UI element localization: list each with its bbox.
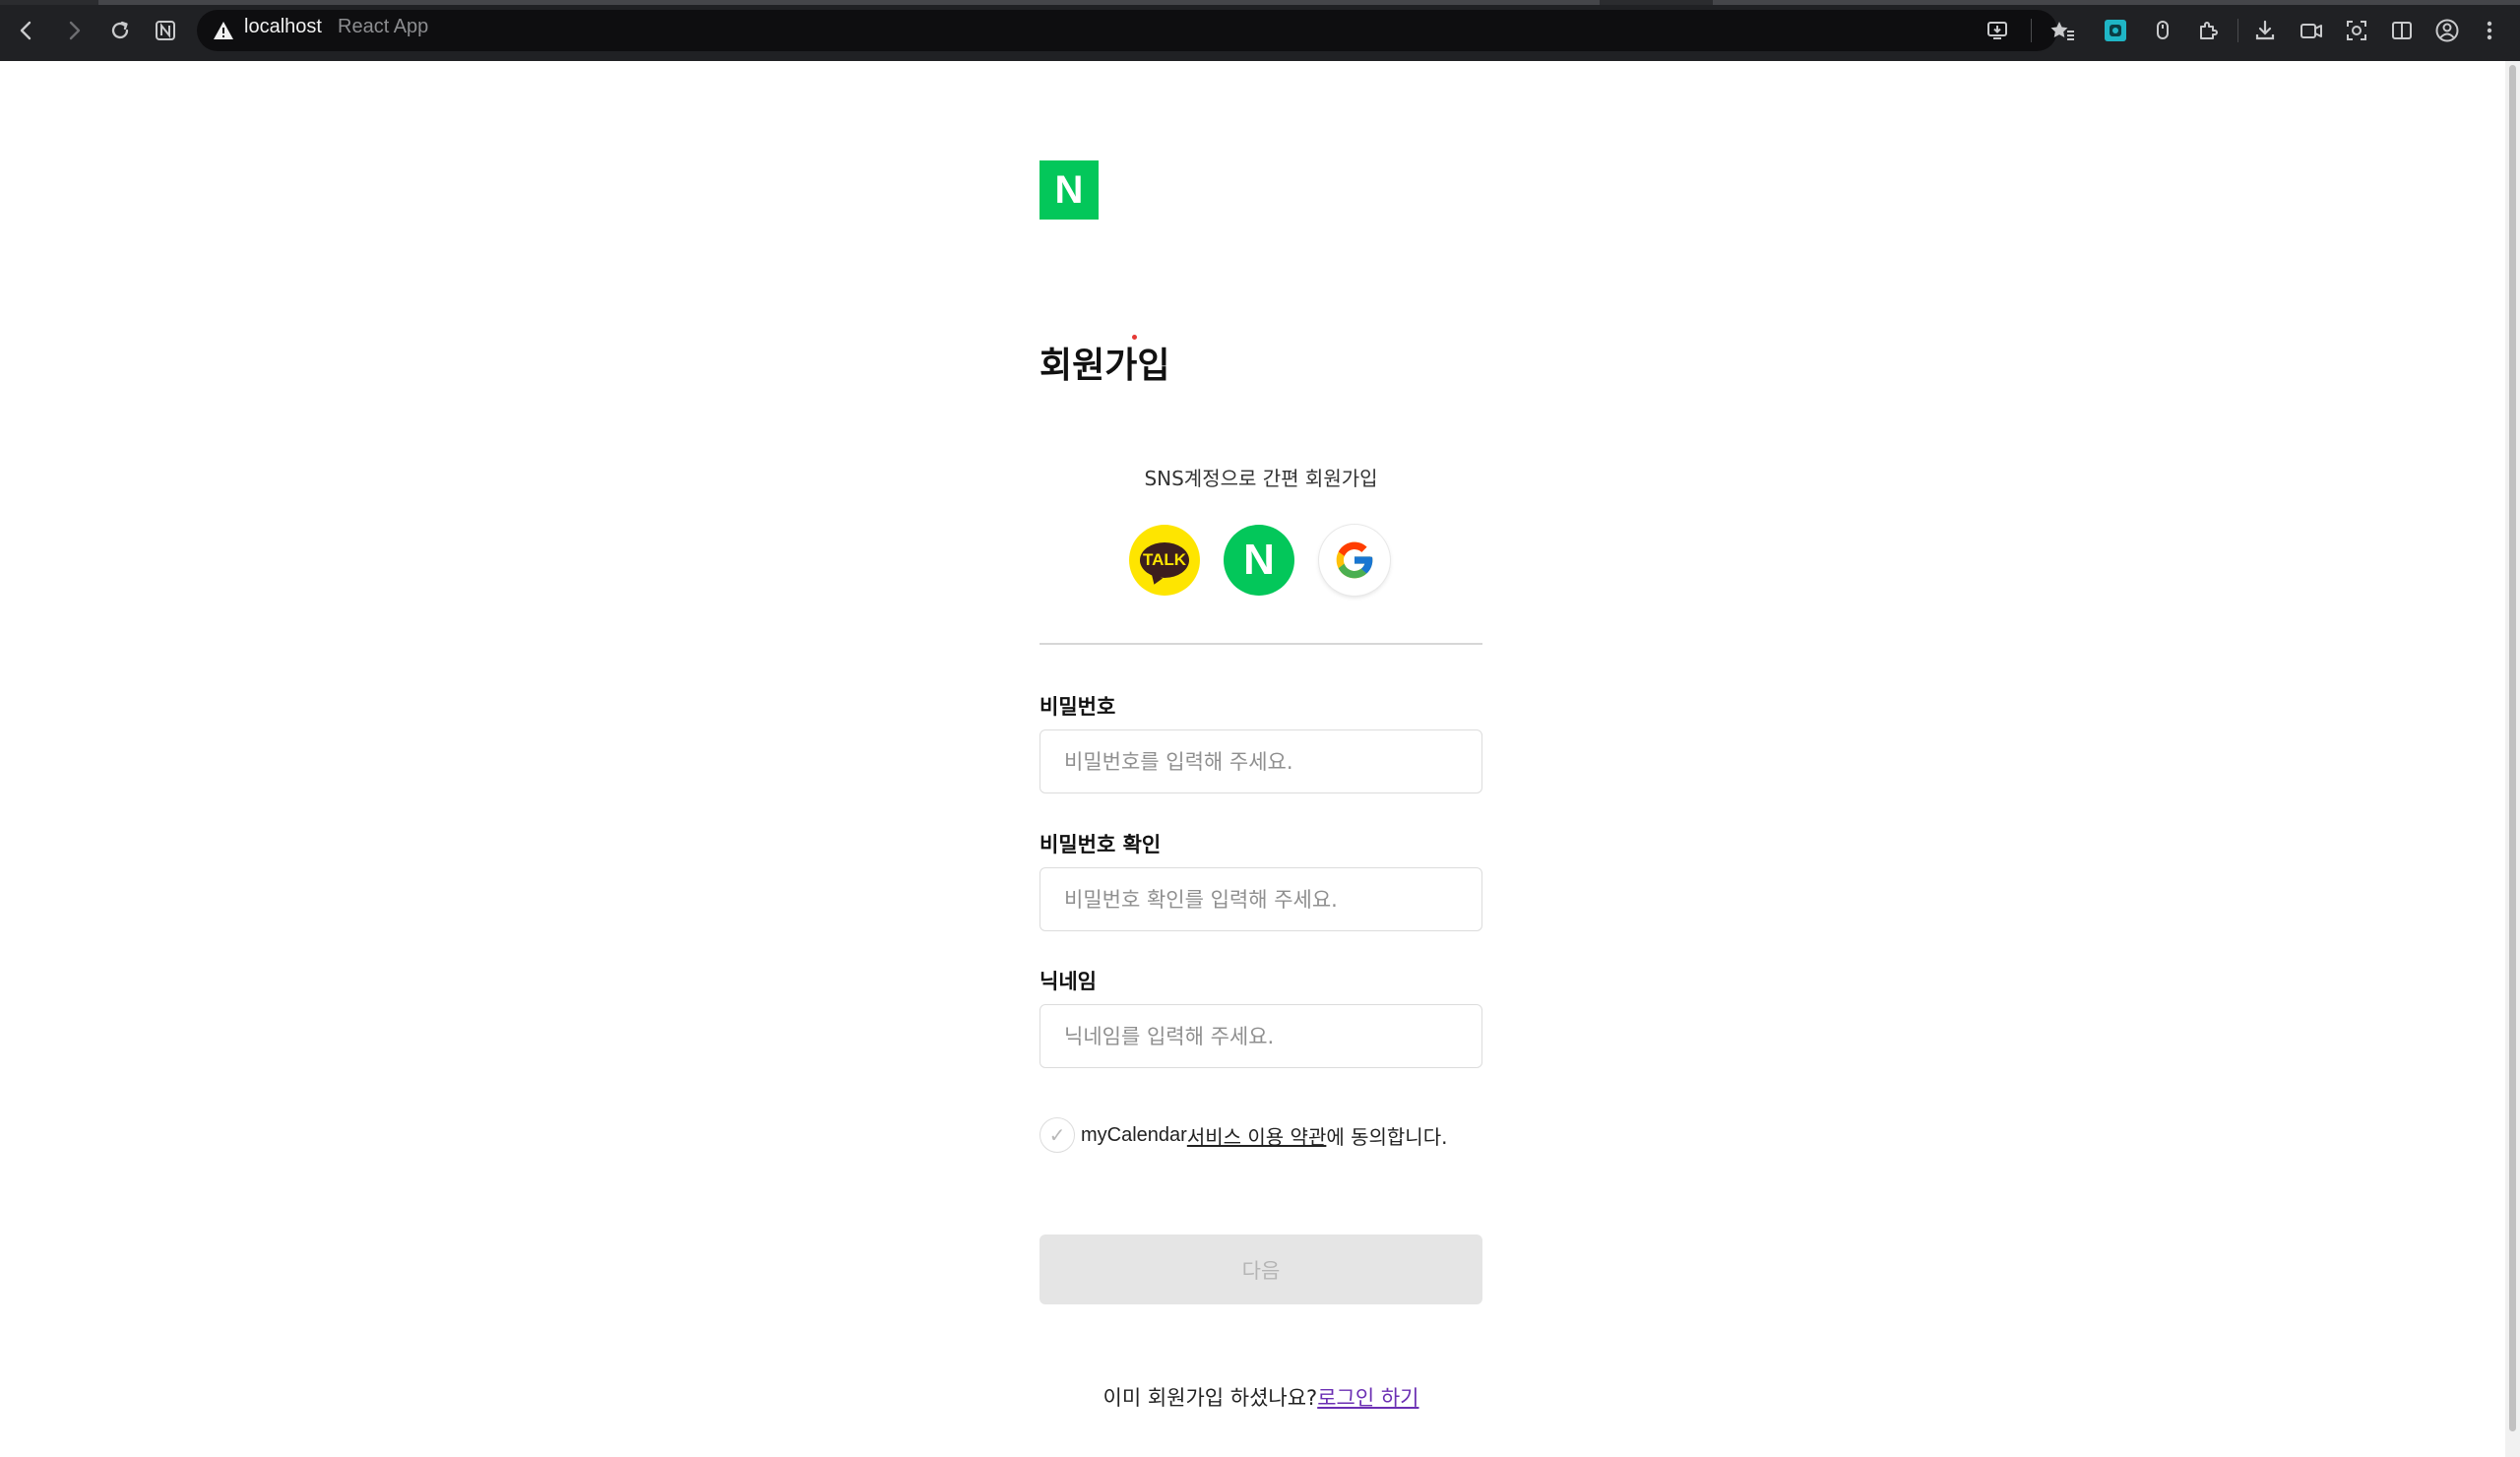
brand-logo: N xyxy=(1040,160,1099,220)
mouse-extension-icon[interactable] xyxy=(2146,14,2179,47)
login-link[interactable]: 로그인 하기 xyxy=(1317,1386,1418,1410)
notion-extension-icon[interactable] xyxy=(149,14,182,47)
password-input[interactable] xyxy=(1040,729,1482,793)
reload-icon[interactable] xyxy=(103,14,137,47)
address-page-title: React App xyxy=(338,16,429,37)
login-prompt-row: 이미 회원가입 하셨나요?로그인 하기 xyxy=(1040,1382,1482,1412)
page-title: 회원가입 xyxy=(1040,346,1170,386)
password-confirm-input[interactable] xyxy=(1040,867,1482,931)
screenshot-icon[interactable] xyxy=(2340,14,2373,47)
tab-strip-line xyxy=(0,0,2520,5)
forward-icon[interactable] xyxy=(57,14,91,47)
section-divider xyxy=(1040,643,1482,645)
extensions-puzzle-icon[interactable] xyxy=(2191,14,2225,47)
scrollbar-thumb[interactable] xyxy=(2509,65,2516,1431)
more-menu-icon[interactable] xyxy=(2477,14,2502,47)
browser-toolbar: localhost React App xyxy=(0,0,2520,61)
nickname-label: 닉네임 xyxy=(1040,970,1097,993)
terms-agree-checkbox[interactable]: ✓ xyxy=(1040,1117,1075,1153)
address-host[interactable]: localhost xyxy=(244,16,322,38)
kakao-talk-icon: TALK xyxy=(1140,542,1189,578)
back-icon[interactable] xyxy=(10,14,43,47)
bookmarks-star-icon[interactable] xyxy=(2046,14,2079,47)
not-secure-warning-icon[interactable] xyxy=(213,20,234,41)
media-icon[interactable] xyxy=(2295,14,2328,47)
side-panel-icon[interactable] xyxy=(2385,14,2419,47)
agreement-brand-text: myCalendar xyxy=(1081,1123,1187,1146)
google-signup-button[interactable] xyxy=(1319,525,1390,596)
terms-agreement-row: ✓ myCalendar 서비스 이용 약관 에 동의합니다. xyxy=(1040,1117,1447,1153)
password-label: 비밀번호 xyxy=(1040,695,1116,719)
address-bar[interactable] xyxy=(197,10,2057,51)
kakao-signup-button[interactable]: TALK xyxy=(1129,525,1200,596)
google-g-icon xyxy=(1336,541,1373,579)
password-confirm-label: 비밀번호 확인 xyxy=(1040,833,1162,856)
install-app-icon[interactable] xyxy=(1981,14,2014,47)
naver-signup-button[interactable]: N xyxy=(1224,525,1294,596)
extension-active-icon[interactable] xyxy=(2099,14,2132,47)
nickname-input[interactable] xyxy=(1040,1004,1482,1068)
downloads-icon[interactable] xyxy=(2248,14,2282,47)
login-prompt-text: 이미 회원가입 하셨나요? xyxy=(1102,1386,1318,1410)
agreement-suffix-text: 에 동의합니다. xyxy=(1326,1124,1448,1149)
profile-avatar-icon[interactable] xyxy=(2430,14,2464,47)
sns-signup-caption: SNS계정으로 간편 회원가입 xyxy=(1144,467,1378,490)
next-button[interactable]: 다음 xyxy=(1040,1235,1482,1304)
terms-of-service-link[interactable]: 서비스 이용 약관 xyxy=(1187,1121,1327,1150)
